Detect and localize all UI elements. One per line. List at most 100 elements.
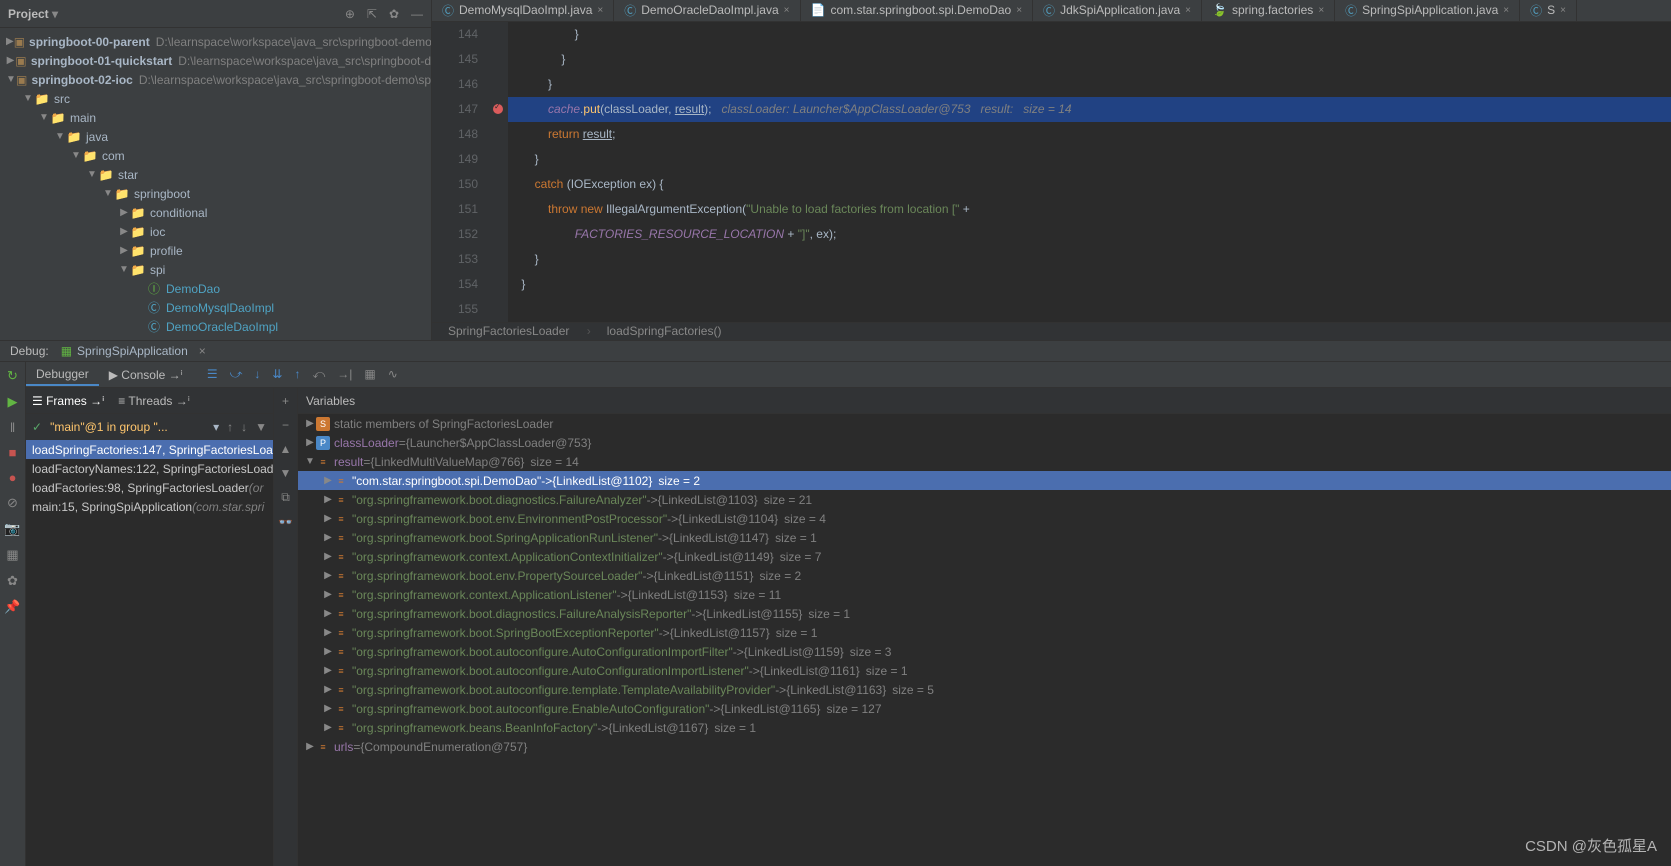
rerun-icon[interactable]: ↻ [7, 368, 18, 384]
editor-tab[interactable]: ⒸDemoOracleDaoImpl.java× [614, 0, 800, 21]
threads-tab[interactable]: ≡ Threads →ⁱ [118, 394, 190, 408]
var-row[interactable]: ▶≡"org.springframework.boot.diagnostics.… [298, 604, 1671, 623]
var-row[interactable]: ▶≡"org.springframework.boot.SpringApplic… [298, 528, 1671, 547]
tree-row[interactable]: ▶▣springboot-00-parentD:\learnspace\work… [0, 32, 431, 51]
project-tree[interactable]: ▶▣springboot-00-parentD:\learnspace\work… [0, 28, 431, 340]
drop-frame-icon[interactable]: ⤺ [312, 367, 325, 382]
remove-watch-icon[interactable]: − [282, 418, 289, 432]
frames-tab[interactable]: ☰ Frames →ⁱ [32, 394, 104, 408]
editor-tabs[interactable]: ⒸDemoMysqlDaoImpl.java×ⒸDemoOracleDaoImp… [432, 0, 1671, 22]
tree-row[interactable]: ⒸDemoOracleDaoImpl [0, 317, 431, 336]
variables-tree[interactable]: ▶Sstatic members of SpringFactoriesLoade… [298, 414, 1671, 756]
tree-row[interactable]: ▼📁springboot [0, 184, 431, 203]
close-icon[interactable]: × [1318, 5, 1324, 16]
var-row[interactable]: ▶≡"org.springframework.context.Applicati… [298, 547, 1671, 566]
breadcrumb[interactable]: SpringFactoriesLoader loadSpringFactorie… [432, 322, 1671, 340]
var-row[interactable]: ▼≡result = {LinkedMultiValueMap@766}size… [298, 452, 1671, 471]
frame-row[interactable]: loadSpringFactories:147, SpringFactories… [26, 440, 273, 459]
next-frame-icon[interactable]: ↓ [241, 420, 247, 434]
evaluate-icon[interactable]: ▦ [364, 367, 375, 382]
settings-icon[interactable]: ✿ [7, 573, 18, 589]
close-icon[interactable]: × [597, 5, 603, 16]
frame-row[interactable]: loadFactories:98, SpringFactoriesLoader … [26, 478, 273, 497]
down-icon[interactable]: ▼ [280, 466, 292, 480]
tree-row[interactable]: ⒸDemoMysqlDaoImpl [0, 298, 431, 317]
frames-list[interactable]: loadSpringFactories:147, SpringFactories… [26, 440, 273, 516]
editor-tab[interactable]: ⒸJdkSpiApplication.java× [1033, 0, 1202, 21]
var-row[interactable]: ▶≡"org.springframework.boot.autoconfigur… [298, 680, 1671, 699]
view-bp-icon[interactable]: ● [9, 470, 17, 485]
tab-debugger[interactable]: Debugger [26, 364, 99, 386]
tree-row[interactable]: ▼📁java [0, 127, 431, 146]
var-row[interactable]: ▶≡"org.springframework.context.Applicati… [298, 585, 1671, 604]
hide-icon[interactable]: — [411, 7, 423, 21]
var-row[interactable]: ▶PclassLoader = {Launcher$AppClassLoader… [298, 433, 1671, 452]
glasses-icon[interactable]: 👓 [278, 515, 293, 529]
editor-tab[interactable]: ⒸS× [1520, 0, 1577, 21]
dropdown-icon[interactable]: ▾ [213, 420, 219, 434]
close-icon[interactable]: × [1016, 5, 1022, 16]
step-into-icon[interactable]: ↓ [254, 367, 260, 382]
trace-icon[interactable]: ∿ [388, 367, 398, 382]
add-watch-icon[interactable]: + [282, 394, 289, 408]
prev-frame-icon[interactable]: ↑ [227, 420, 233, 434]
frame-row[interactable]: main:15, SpringSpiApplication (com.star.… [26, 497, 273, 516]
editor-tab[interactable]: 🍃spring.factories× [1202, 0, 1335, 21]
gear-icon[interactable]: ✿ [389, 7, 399, 21]
close-icon[interactable]: × [199, 344, 206, 358]
debug-app-tab[interactable]: ▦ SpringSpiApplication × [61, 344, 206, 358]
var-row[interactable]: ▶≡"org.springframework.boot.diagnostics.… [298, 490, 1671, 509]
var-row[interactable]: ▶≡urls = {CompoundEnumeration@757} [298, 737, 1671, 756]
frame-row[interactable]: loadFactoryNames:122, SpringFactoriesLoa… [26, 459, 273, 478]
locate-icon[interactable]: ⊕ [345, 7, 355, 21]
filter-icon[interactable]: ▼ [255, 420, 267, 434]
crumb-1[interactable]: loadSpringFactories() [607, 324, 736, 338]
var-row[interactable]: ▶≡"org.springframework.beans.BeanInfoFac… [298, 718, 1671, 737]
copy-icon[interactable]: ⧉ [281, 490, 290, 505]
tree-row[interactable]: ▼📁main [0, 108, 431, 127]
var-row[interactable]: ▶≡"org.springframework.boot.autoconfigur… [298, 661, 1671, 680]
thread-selector[interactable]: ✓ "main"@1 in group "... ▾ ↑ ↓ ▼ [26, 414, 273, 440]
breakpoint-column[interactable] [488, 22, 508, 322]
var-row[interactable]: ▶Sstatic members of SpringFactoriesLoade… [298, 414, 1671, 433]
stop-icon[interactable]: ■ [9, 445, 17, 460]
tab-console[interactable]: ▶ Console →ⁱ [99, 365, 193, 385]
tree-row[interactable]: ⒾDemoDao [0, 279, 431, 298]
tree-row[interactable]: ▶📁conditional [0, 203, 431, 222]
camera-icon[interactable]: 📷 [4, 521, 20, 537]
close-icon[interactable]: × [1503, 5, 1509, 16]
tree-row[interactable]: ▼📁src [0, 89, 431, 108]
tree-row[interactable]: ▼📁star [0, 165, 431, 184]
force-step-into-icon[interactable]: ⇊ [272, 367, 282, 382]
var-row[interactable]: ▶≡"com.star.springboot.spi.DemoDao" -> {… [298, 471, 1671, 490]
step-out-icon[interactable]: ↑ [294, 367, 300, 382]
tree-row[interactable]: ▶📁ioc [0, 222, 431, 241]
mute-bp-icon[interactable]: ⊘ [7, 495, 18, 511]
tree-row[interactable]: ▶▣springboot-01-quickstartD:\learnspace\… [0, 51, 431, 70]
code-lines[interactable]: } } } cache.put(classLoader, result); cl… [508, 22, 1671, 322]
var-row[interactable]: ▶≡"org.springframework.boot.env.Property… [298, 566, 1671, 585]
up-icon[interactable]: ▲ [280, 442, 292, 456]
tree-row[interactable]: ▼📁spi [0, 260, 431, 279]
editor-tab[interactable]: ⒸDemoMysqlDaoImpl.java× [432, 0, 614, 21]
close-icon[interactable]: × [784, 5, 790, 16]
tree-row[interactable]: ▼📁com [0, 146, 431, 165]
var-row[interactable]: ▶≡"org.springframework.boot.autoconfigur… [298, 699, 1671, 718]
var-row[interactable]: ▶≡"org.springframework.boot.autoconfigur… [298, 642, 1671, 661]
close-icon[interactable]: × [1560, 5, 1566, 16]
pin-icon[interactable]: 📌 [4, 599, 20, 615]
crumb-0[interactable]: SpringFactoriesLoader [448, 324, 591, 338]
run-to-cursor-icon[interactable]: →| [337, 367, 352, 382]
editor-tab[interactable]: ⒸSpringSpiApplication.java× [1335, 0, 1520, 21]
var-row[interactable]: ▶≡"org.springframework.boot.SpringBootEx… [298, 623, 1671, 642]
expand-icon[interactable]: ⇱ [367, 7, 377, 21]
editor-tab[interactable]: 📄com.star.springboot.spi.DemoDao× [801, 0, 1034, 21]
show-exec-icon[interactable]: ☰ [207, 367, 218, 382]
step-over-icon[interactable]: ⤻ [230, 367, 243, 382]
tree-row[interactable]: ▼▣springboot-02-iocD:\learnspace\workspa… [0, 70, 431, 89]
close-icon[interactable]: × [1185, 5, 1191, 16]
tree-row[interactable]: ▶📁profile [0, 241, 431, 260]
resume-icon[interactable]: ▶ [8, 394, 18, 410]
project-title[interactable]: Project [8, 7, 58, 21]
var-row[interactable]: ▶≡"org.springframework.boot.env.Environm… [298, 509, 1671, 528]
